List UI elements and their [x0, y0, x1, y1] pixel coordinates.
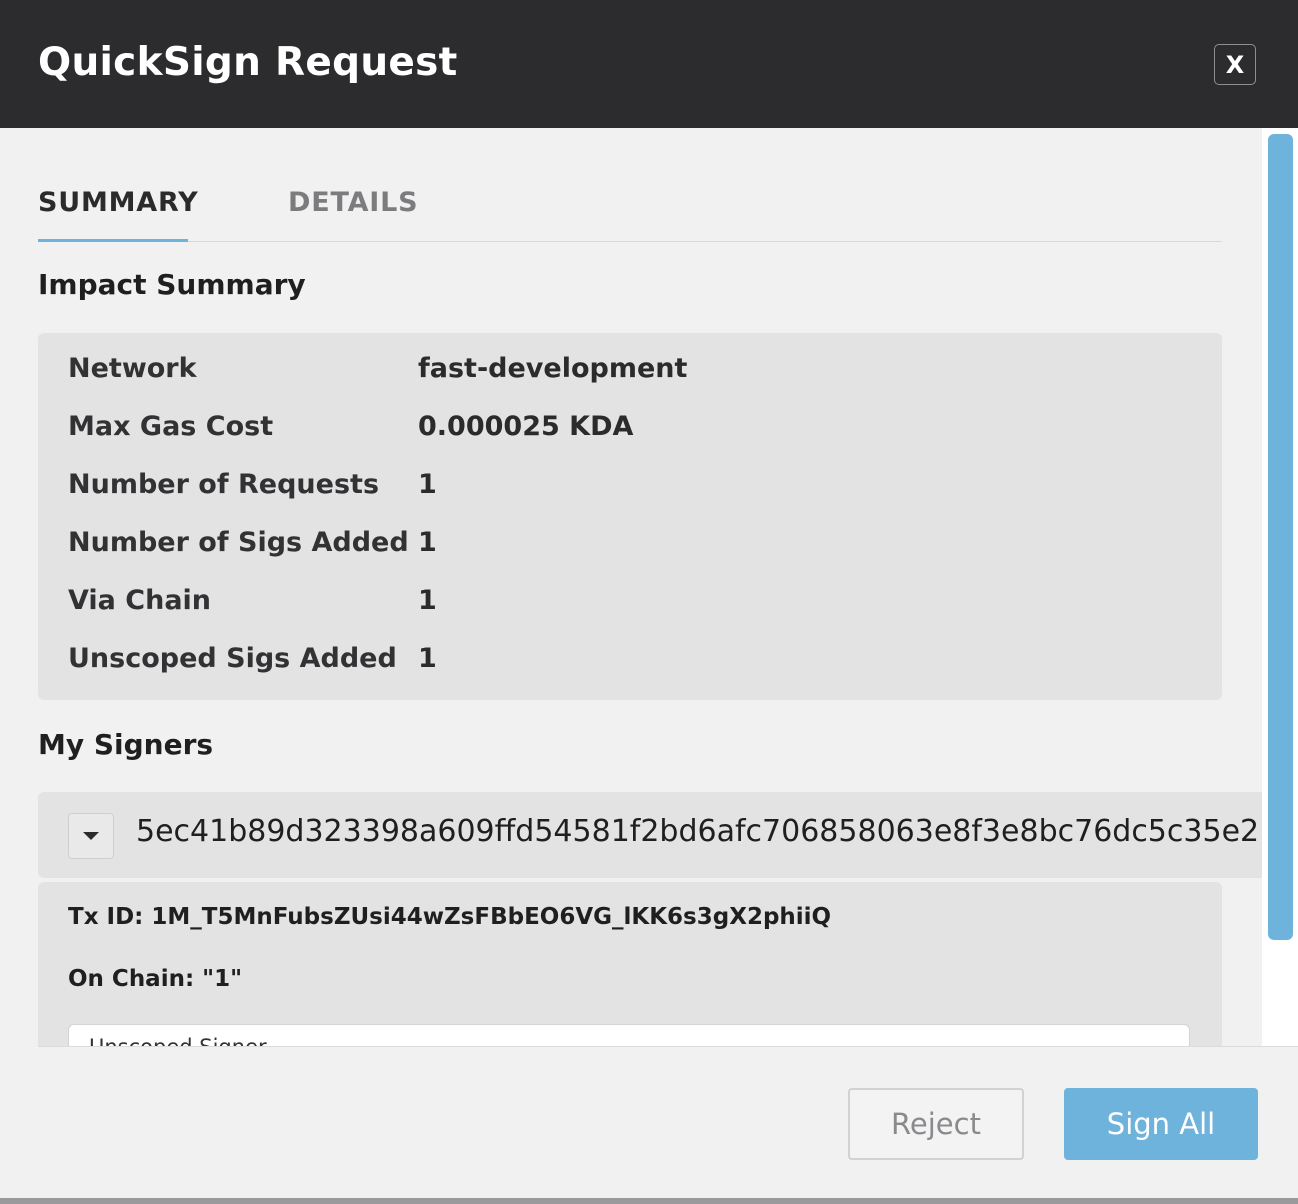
impact-summary-heading: Impact Summary — [38, 268, 306, 301]
scrollbar-thumb[interactable] — [1268, 134, 1293, 940]
reject-button[interactable]: Reject — [848, 1088, 1024, 1160]
summary-label: Number of Sigs Added — [68, 527, 409, 558]
signer-header: 5ec41b89d323398a609ffd54581f2bd6afc70685… — [38, 792, 1262, 878]
window-bottom-edge — [0, 1198, 1298, 1204]
footer-divider — [38, 1046, 1298, 1047]
modal-body[interactable]: SUMMARY DETAILS Impact Summary Network f… — [0, 128, 1262, 1046]
caret-down-icon — [83, 832, 99, 840]
signer-details-panel: Tx ID: 1M_T5MnFubsZUsi44wZsFBbEO6VG_lKK6… — [38, 882, 1222, 1046]
summary-value: fast-development — [418, 353, 688, 384]
summary-value: 1 — [418, 643, 437, 674]
close-button[interactable]: X — [1214, 44, 1256, 85]
sign-all-button[interactable]: Sign All — [1064, 1088, 1258, 1160]
summary-value: 1 — [418, 527, 437, 558]
unscoped-signer-label: Unscoped Signer — [89, 1035, 267, 1046]
summary-label: Unscoped Sigs Added — [68, 643, 397, 674]
impact-summary-panel: Network fast-development Max Gas Cost 0.… — [38, 333, 1222, 700]
tab-details[interactable]: DETAILS — [288, 183, 418, 239]
summary-label: Network — [68, 353, 197, 384]
tab-summary[interactable]: SUMMARY — [38, 183, 198, 242]
unscoped-signer-box[interactable]: Unscoped Signer — [68, 1024, 1190, 1046]
summary-label: Number of Requests — [68, 469, 380, 500]
on-chain-line: On Chain: "1" — [68, 966, 243, 992]
summary-value: 0.000025 KDA — [418, 411, 634, 442]
my-signers-heading: My Signers — [38, 728, 214, 761]
summary-value: 1 — [418, 585, 437, 616]
summary-label: Max Gas Cost — [68, 411, 274, 442]
summary-value: 1 — [418, 469, 437, 500]
modal-header: QuickSign Request X — [0, 0, 1298, 128]
signer-public-key: 5ec41b89d323398a609ffd54581f2bd6afc70685… — [136, 814, 1260, 849]
signer-expand-toggle[interactable] — [68, 813, 114, 859]
tx-id-line: Tx ID: 1M_T5MnFubsZUsi44wZsFBbEO6VG_lKK6… — [68, 904, 832, 930]
scrollbar-track[interactable] — [1262, 128, 1298, 1046]
summary-label: Via Chain — [68, 585, 212, 616]
modal-title: QuickSign Request — [38, 40, 458, 85]
tab-bar: SUMMARY DETAILS — [38, 183, 1222, 242]
